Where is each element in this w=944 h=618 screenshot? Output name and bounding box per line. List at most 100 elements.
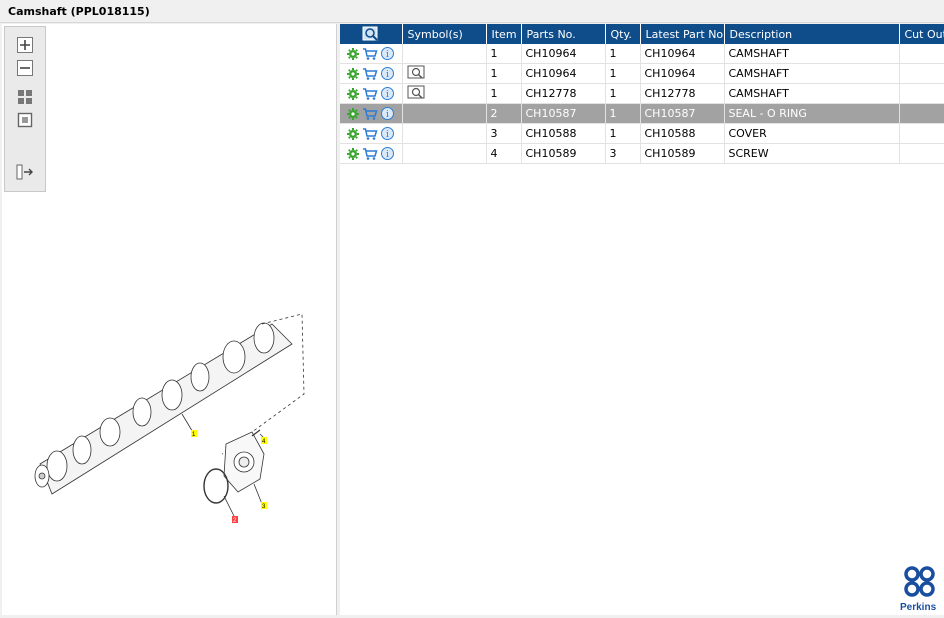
column-header-actions[interactable] [340, 24, 403, 44]
cell-parts-no[interactable]: CH10589 [521, 143, 606, 164]
callout-3[interactable]: 3 [261, 502, 267, 510]
info-icon[interactable]: i [381, 107, 394, 120]
cell-description: SEAL - O RING [724, 103, 900, 124]
cell-parts-no[interactable]: CH10964 [521, 63, 606, 84]
cell-description: CAMSHAFT [724, 44, 900, 64]
cell-latest-part-no[interactable]: CH10964 [640, 63, 725, 84]
cart-icon[interactable] [362, 47, 378, 60]
cell-symbols [402, 83, 487, 104]
cell-latest-part-no[interactable]: CH10589 [640, 143, 725, 164]
exploded-view-icon[interactable] [407, 65, 425, 79]
title-bar: Camshaft (PPL018115) [0, 0, 944, 23]
cell-description: COVER [724, 123, 900, 144]
cell-parts-no[interactable]: CH10587 [521, 103, 606, 124]
cell-description: CAMSHAFT [724, 63, 900, 84]
brand-name: Perkins [900, 602, 937, 613]
svg-text:i: i [386, 90, 389, 100]
perkins-logo: Perkins [900, 565, 944, 613]
cell-item: 4 [486, 143, 522, 164]
svg-text:i: i [386, 110, 389, 120]
cell-item: 2 [486, 103, 522, 124]
fit-page-icon[interactable] [16, 88, 34, 106]
info-icon[interactable]: i [381, 67, 394, 80]
table-row[interactable]: i 1 CH10964 1 CH10964 CAMSHAFT [340, 44, 944, 64]
row-actions: i [340, 44, 403, 64]
cell-symbols [402, 63, 487, 84]
exploded-diagram[interactable]: 1 2 3 4 [2, 24, 336, 615]
cell-description: SCREW [724, 143, 900, 164]
cell-cut-out [899, 83, 944, 104]
cell-symbols [402, 103, 487, 124]
gear-icon[interactable] [347, 127, 359, 140]
cart-icon[interactable] [362, 127, 378, 140]
table-row[interactable]: i 3 CH10588 1 CH10588 COVER [340, 123, 944, 144]
svg-text:i: i [386, 150, 389, 160]
cell-latest-part-no[interactable]: CH10588 [640, 123, 725, 144]
cell-description: CAMSHAFT [724, 83, 900, 104]
gear-icon[interactable] [347, 147, 359, 160]
callout-1[interactable]: 1 [191, 430, 197, 438]
callout-2[interactable]: 2 [232, 516, 238, 524]
zoom-out-icon[interactable] [16, 59, 34, 77]
diagram-pane[interactable]: 1 2 3 4 [2, 24, 337, 615]
cell-item: 1 [486, 83, 522, 104]
cell-item: 3 [486, 123, 522, 144]
gear-icon[interactable] [347, 107, 359, 120]
search-parts-icon[interactable] [362, 26, 380, 42]
row-actions: i [340, 83, 403, 104]
row-actions: i [340, 103, 403, 124]
cell-symbols [402, 143, 487, 164]
table-row[interactable]: i 1 CH10964 1 CH10964 CAMSHAFT [340, 63, 944, 84]
column-header-symbols[interactable]: Symbol(s) [402, 24, 487, 44]
zoom-toolbar [4, 26, 46, 192]
cell-qty: 1 [605, 103, 641, 124]
column-header-parts-no[interactable]: Parts No. [521, 24, 606, 44]
cell-latest-part-no[interactable]: CH10964 [640, 44, 725, 64]
cell-latest-part-no[interactable]: CH10587 [640, 103, 725, 124]
table-row[interactable]: i 2 CH10587 1 CH10587 SEAL - O RING [340, 103, 944, 124]
cell-symbols [402, 44, 487, 64]
table-row[interactable]: i 1 CH12778 1 CH12778 CAMSHAFT [340, 83, 944, 104]
column-header-description[interactable]: Description [724, 24, 900, 44]
cell-qty: 1 [605, 63, 641, 84]
column-header-item[interactable]: Item [486, 24, 522, 44]
cell-qty: 1 [605, 44, 641, 64]
column-header-qty[interactable]: Qty. [605, 24, 641, 44]
perkins-mark-icon [904, 566, 935, 597]
cell-parts-no[interactable]: CH12778 [521, 83, 606, 104]
cart-icon[interactable] [362, 147, 378, 160]
info-icon[interactable]: i [381, 127, 394, 140]
cell-cut-out [899, 103, 944, 124]
info-icon[interactable]: i [381, 147, 394, 160]
cart-icon[interactable] [362, 107, 378, 120]
row-actions: i [340, 143, 403, 164]
window-title: Camshaft (PPL018115) [8, 5, 150, 18]
column-header-cut-out[interactable]: Cut Out [899, 24, 944, 44]
gear-icon[interactable] [347, 87, 359, 100]
cell-latest-part-no[interactable]: CH12778 [640, 83, 725, 104]
table-header: Symbol(s) Item Parts No. Qty. Latest Par… [340, 24, 944, 44]
actual-size-icon[interactable] [16, 111, 34, 129]
svg-text:i: i [386, 50, 389, 60]
info-icon[interactable]: i [381, 87, 394, 100]
row-actions: i [340, 123, 403, 144]
cart-icon[interactable] [362, 87, 378, 100]
gear-icon[interactable] [347, 67, 359, 80]
exploded-view-icon[interactable] [407, 85, 425, 99]
toggle-list-icon[interactable] [16, 163, 34, 181]
parts-list-pane: Symbol(s) Item Parts No. Qty. Latest Par… [340, 24, 944, 615]
callout-4[interactable]: 4 [261, 437, 267, 445]
cell-symbols [402, 123, 487, 144]
table-row[interactable]: i 4 CH10589 3 CH10589 SCREW [340, 143, 944, 164]
column-header-latest-part-no[interactable]: Latest Part No. [640, 24, 725, 44]
cell-parts-no[interactable]: CH10964 [521, 44, 606, 64]
row-actions: i [340, 63, 403, 84]
cell-qty: 1 [605, 123, 641, 144]
info-icon[interactable]: i [381, 47, 394, 60]
cart-icon[interactable] [362, 67, 378, 80]
zoom-in-icon[interactable] [16, 36, 34, 54]
cell-cut-out [899, 143, 944, 164]
cell-qty: 1 [605, 83, 641, 104]
gear-icon[interactable] [347, 47, 359, 60]
cell-parts-no[interactable]: CH10588 [521, 123, 606, 144]
